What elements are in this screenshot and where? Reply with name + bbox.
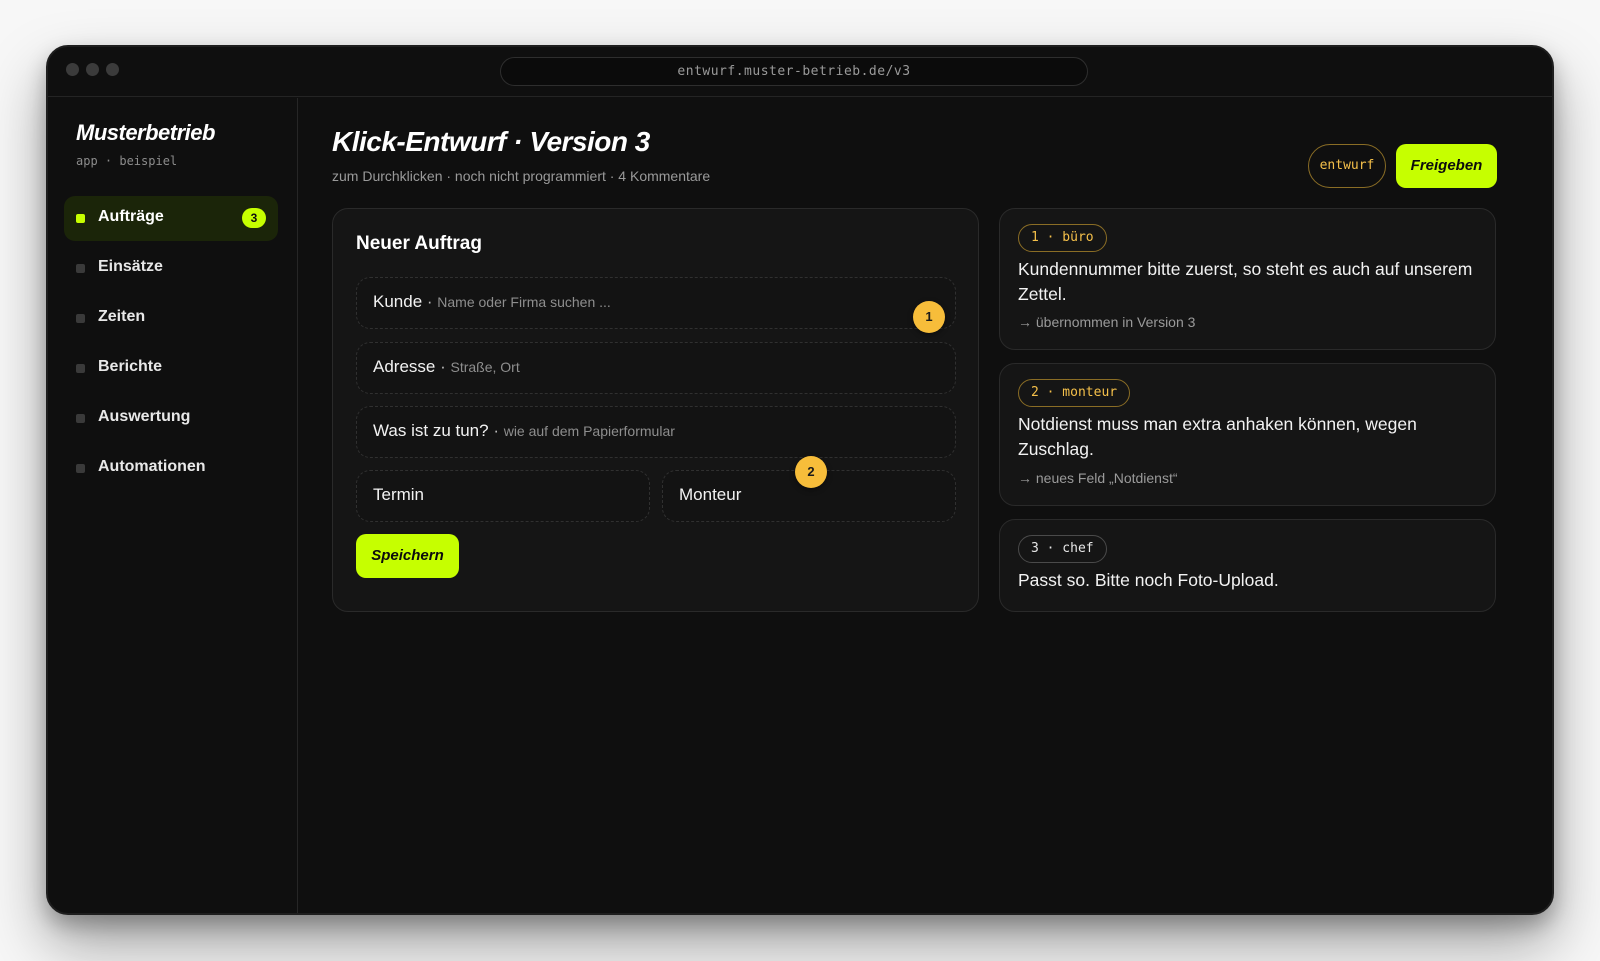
field-placeholder: Name oder Firma suchen ... (437, 294, 611, 310)
bullet-icon (76, 314, 85, 323)
sidebar-nav: Aufträge 3 Einsätze Zeiten Berichte Ausw… (64, 196, 278, 496)
sidebar-item-automationen[interactable]: Automationen (64, 446, 278, 491)
sidebar-item-label: Auswertung (98, 408, 191, 425)
customer-field[interactable]: Kunde · Name oder Firma suchen ... (356, 277, 956, 329)
field-label: Kunde · Name oder Firma suchen ... (373, 292, 611, 311)
sidebar-item-label: Automationen (98, 458, 206, 475)
comment-text: Kundennummer bitte zuerst, so steht es a… (1018, 259, 1473, 304)
comment-marker-2[interactable]: 2 (795, 456, 827, 488)
approve-button[interactable]: Freigeben (1396, 144, 1497, 188)
sidebar-item-label: Berichte (98, 358, 163, 375)
task-field[interactable]: Was ist zu tun? · wie auf dem Papierform… (356, 406, 956, 458)
field-label: Termin (373, 485, 425, 504)
sidebar-item-zeiten[interactable]: Zeiten (64, 296, 278, 341)
sidebar-item-label: Aufträge (98, 208, 164, 225)
status-badge: entwurf (1308, 144, 1386, 188)
app-window: entwurf.muster-betrieb.de/v3 Musterbetri… (46, 45, 1554, 915)
field-label: Monteur (679, 485, 742, 504)
maximize-window-dot[interactable] (106, 63, 119, 76)
comment-text: Notdienst muss man extra anhaken können,… (1018, 414, 1417, 459)
new-order-form: Neuer Auftrag Kunde · Name oder Firma su… (332, 208, 979, 612)
sidebar-item-label: Einsätze (98, 258, 163, 275)
bullet-icon (76, 414, 85, 423)
brand-subtitle: app · beispiel (76, 154, 178, 168)
brand-name: Musterbetrieb (76, 120, 215, 145)
field-placeholder: Straße, Ort (450, 359, 520, 375)
title-bar: entwurf.muster-betrieb.de/v3 (48, 47, 1552, 97)
field-placeholder: wie auf dem Papierformular (503, 423, 675, 439)
comment-card-2: 2 · monteur Notdienst muss man extra anh… (999, 363, 1496, 506)
main-content: Klick-Entwurf · Version 3 zum Durchklick… (299, 98, 1552, 913)
comment-note: → neues Feld „Notdienst“ (1018, 470, 1178, 486)
bullet-icon (76, 214, 85, 223)
comment-tag: 2 · monteur (1018, 379, 1131, 407)
comment-card-1: 1 · büro Kundennummer bitte zuerst, so s… (999, 208, 1496, 350)
comment-tag: 1 · büro (1018, 224, 1107, 252)
save-button[interactable]: Speichern (356, 534, 459, 578)
page-subtitle: zum Durchklicken · noch nicht programmie… (332, 168, 711, 184)
bullet-icon (76, 264, 85, 273)
comment-marker-1[interactable]: 1 (913, 301, 945, 333)
sidebar: Musterbetrieb app · beispiel Aufträge 3 … (48, 98, 298, 913)
field-label: Was ist zu tun? · wie auf dem Papierform… (373, 421, 675, 440)
address-field[interactable]: Adresse · Straße, Ort (356, 342, 956, 394)
sidebar-item-einsaetze[interactable]: Einsätze (64, 246, 278, 291)
bullet-icon (76, 364, 85, 373)
sidebar-item-auftraege[interactable]: Aufträge 3 (64, 196, 278, 241)
comment-note: → übernommen in Version 3 (1018, 314, 1196, 330)
url-bar[interactable]: entwurf.muster-betrieb.de/v3 (500, 57, 1088, 86)
sidebar-item-berichte[interactable]: Berichte (64, 346, 278, 391)
field-label: Adresse · Straße, Ort (373, 357, 520, 376)
minimize-window-dot[interactable] (86, 63, 99, 76)
bullet-icon (76, 464, 85, 473)
sidebar-item-auswertung[interactable]: Auswertung (64, 396, 278, 441)
page-title: Klick-Entwurf · Version 3 (332, 126, 650, 157)
close-window-dot[interactable] (66, 63, 79, 76)
appointment-field[interactable]: Termin (356, 470, 650, 522)
form-title: Neuer Auftrag (356, 233, 482, 254)
sidebar-item-label: Zeiten (98, 308, 146, 325)
comment-text: Passt so. Bitte noch Foto-Upload. (1018, 570, 1279, 590)
comment-tag: 3 · chef (1018, 535, 1107, 563)
count-badge: 3 (242, 208, 266, 228)
comment-card-3: 3 · chef Passt so. Bitte noch Foto-Uploa… (999, 519, 1496, 612)
